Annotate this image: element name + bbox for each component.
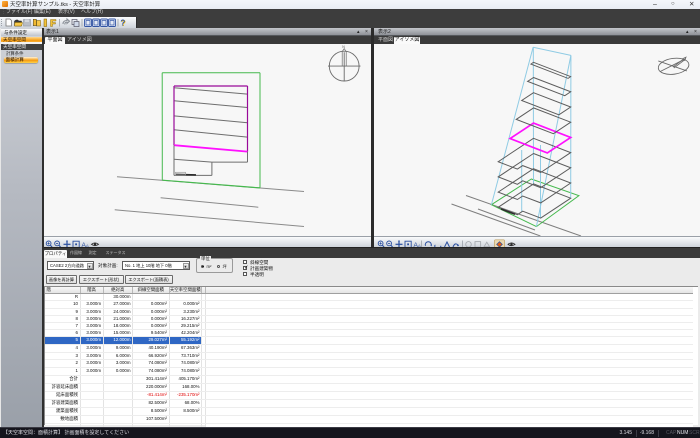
svg-text:?: ? bbox=[120, 18, 125, 27]
svg-text:N: N bbox=[342, 45, 345, 49]
